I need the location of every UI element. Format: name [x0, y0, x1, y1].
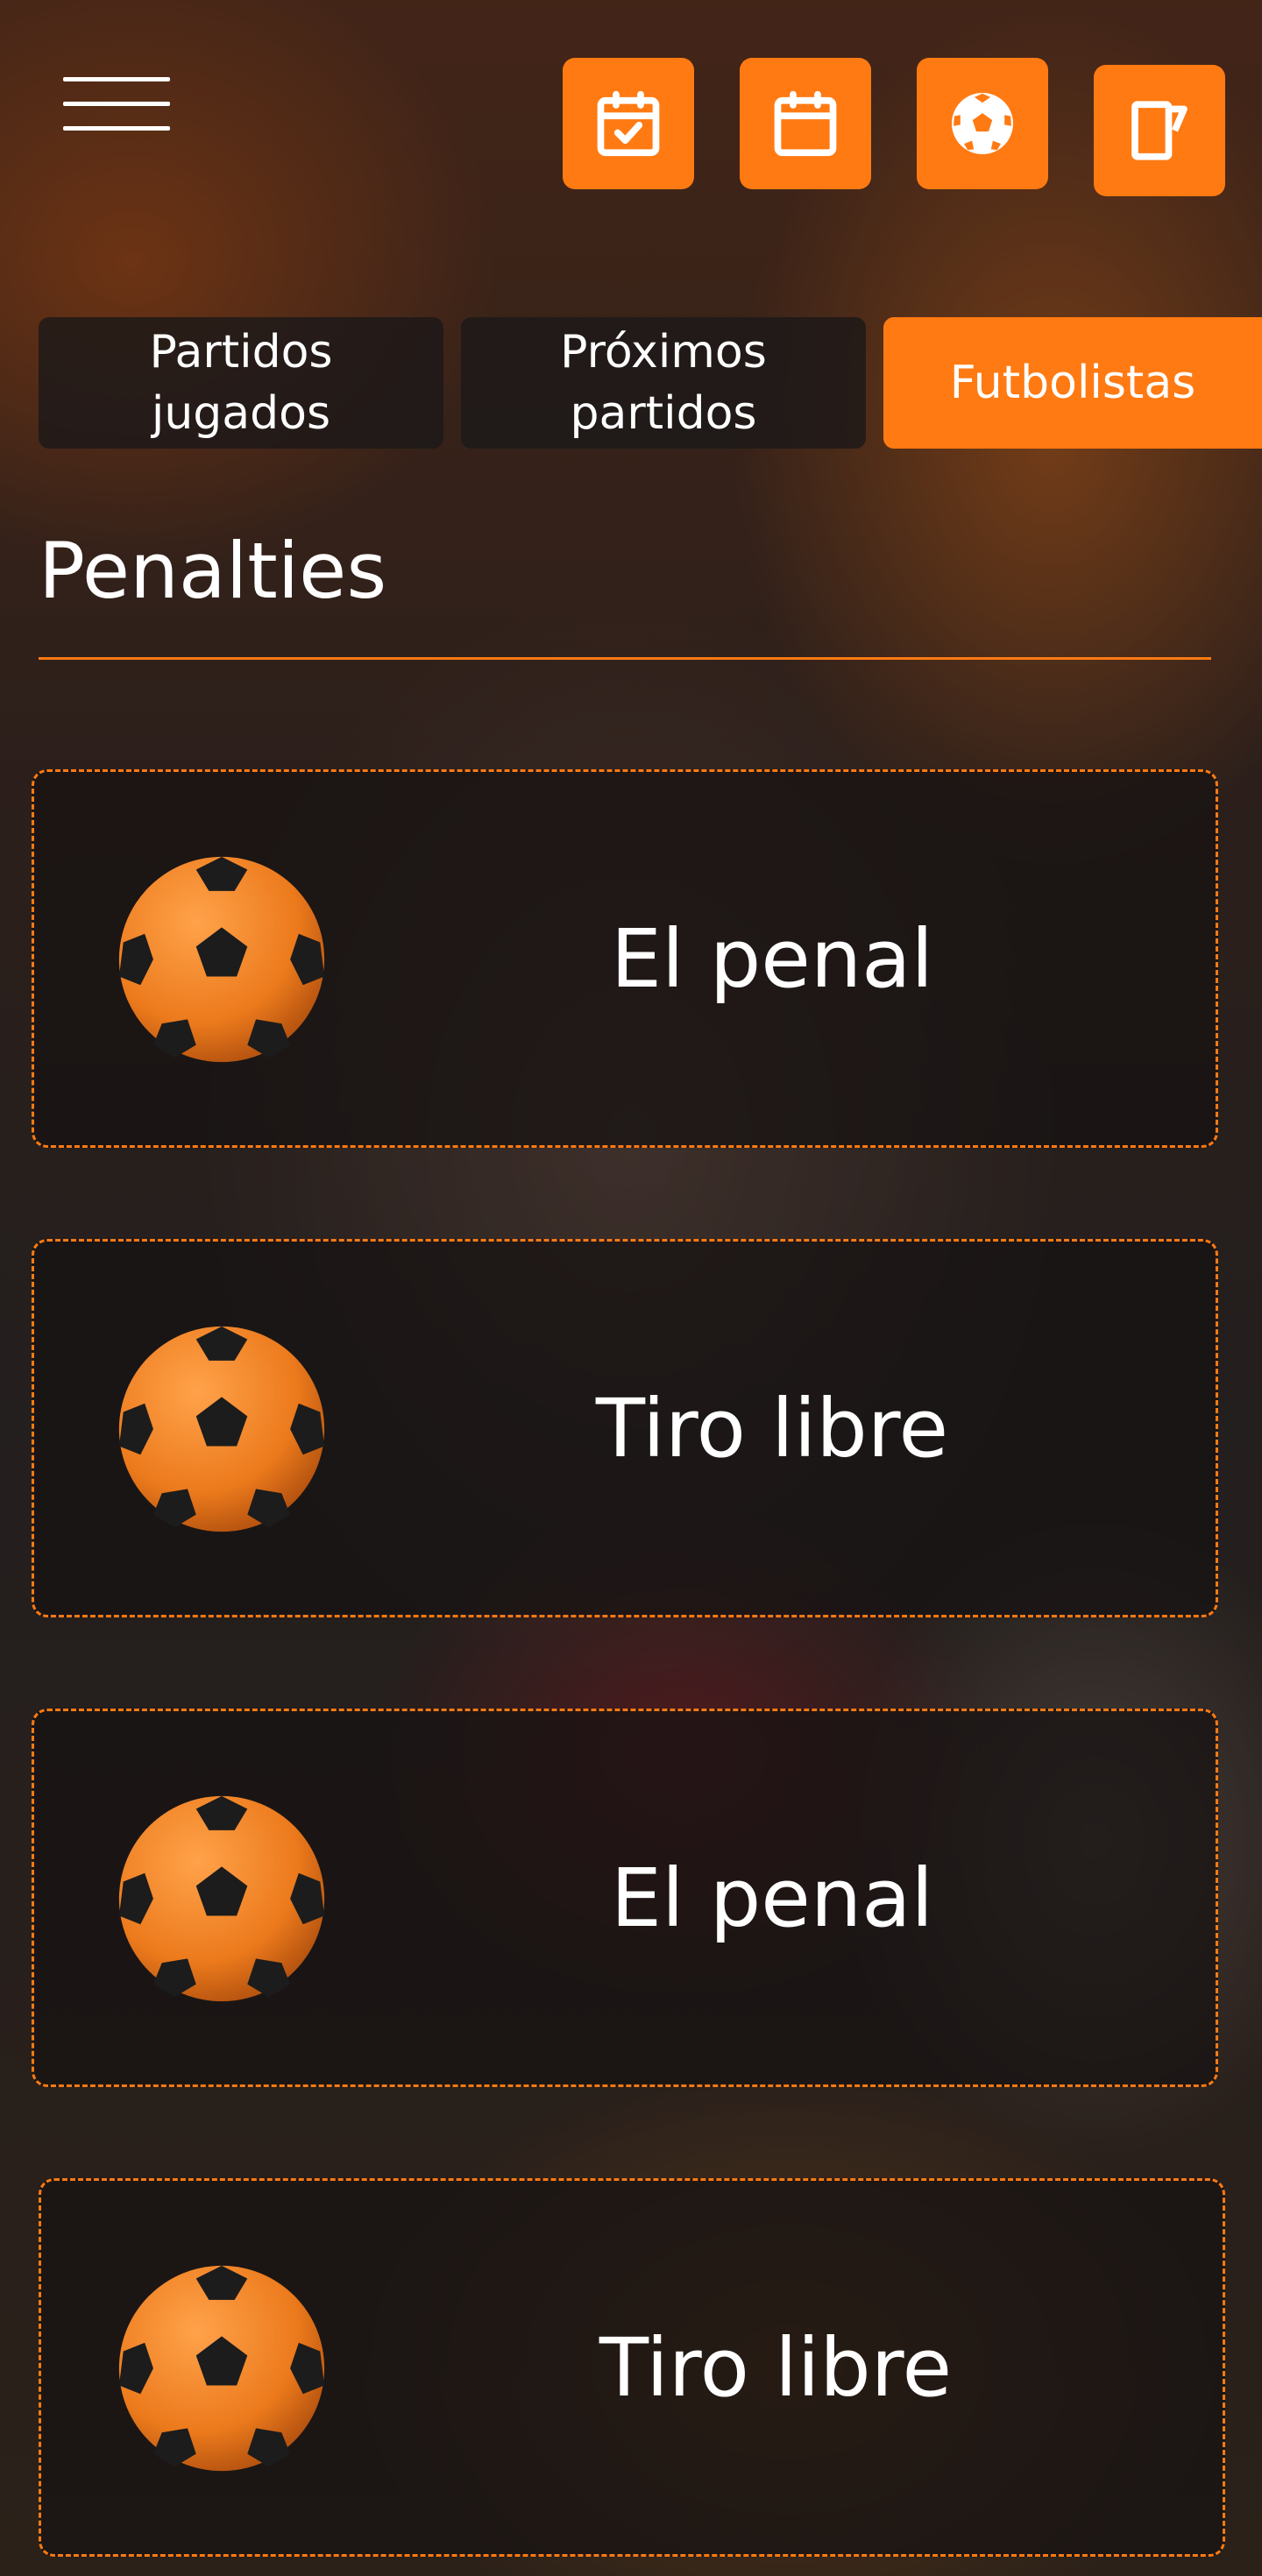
card-edit-icon — [1131, 101, 1188, 160]
soccer-ball-icon — [118, 2265, 325, 2472]
card-label: Tiro libre — [599, 2320, 953, 2415]
tab-played-matches[interactable]: Partidos jugados — [39, 317, 443, 449]
list-item-card[interactable]: El penal — [32, 1709, 1218, 2087]
calendar-icon — [774, 90, 837, 157]
card-button[interactable] — [1094, 65, 1225, 196]
calendar-check-icon — [597, 90, 660, 157]
soccer-ball-icon — [118, 856, 325, 1063]
hamburger-menu-icon[interactable] — [63, 75, 170, 131]
section-divider — [39, 657, 1211, 660]
list-item-card[interactable]: Tiro libre — [32, 1239, 1218, 1617]
card-label: Tiro libre — [595, 1381, 949, 1476]
soccer-ball-icon — [952, 93, 1013, 154]
players-button[interactable] — [917, 58, 1048, 189]
played-matches-button[interactable] — [563, 58, 694, 189]
tab-upcoming-matches[interactable]: Próximos partidos — [461, 317, 866, 449]
card-label: El penal — [610, 911, 934, 1006]
soccer-ball-icon — [118, 1795, 325, 2002]
top-bar — [0, 0, 1262, 210]
soccer-ball-icon — [118, 1326, 325, 1532]
list-item-card[interactable]: El penal — [32, 769, 1218, 1148]
card-label: El penal — [610, 1851, 934, 1945]
list-item-card[interactable]: Tiro libre — [39, 2178, 1225, 2557]
upcoming-matches-button[interactable] — [740, 58, 871, 189]
tab-bar: Partidos jugados Próximos partidos Futbo… — [0, 317, 1262, 449]
section-title: Penalties — [39, 526, 387, 616]
tab-players[interactable]: Futbolistas — [883, 317, 1262, 449]
